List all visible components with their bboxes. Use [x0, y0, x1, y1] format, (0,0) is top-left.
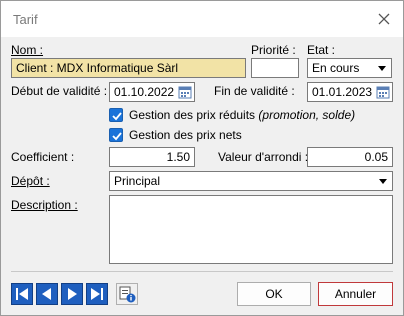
chevron-down-icon [378, 66, 386, 71]
fin-date-value: 01.01.2023 [312, 85, 373, 99]
prix-nets-label: Gestion des prix nets [129, 128, 242, 142]
record-info-icon [119, 286, 136, 303]
prix-reduits-suffix: (promotion, solde) [258, 108, 356, 122]
fin-label: Fin de validité : [214, 84, 295, 98]
priorite-label: Priorité : [251, 43, 296, 57]
previous-record-button[interactable] [36, 283, 58, 305]
chevron-down-icon [379, 179, 387, 184]
description-label: Description : [11, 198, 78, 212]
debut-date-value: 01.10.2022 [114, 85, 175, 99]
prix-reduits-checkbox[interactable] [109, 108, 123, 122]
depot-value: Principal [114, 174, 161, 188]
footer-separator [11, 271, 393, 272]
tarif-dialog: Tarif Nom : Priorité : Etat : Client : M… [0, 0, 404, 316]
next-record-button[interactable] [61, 283, 83, 305]
etat-label: Etat : [307, 43, 336, 57]
prix-nets-checkbox[interactable] [109, 128, 123, 142]
next-record-icon [68, 288, 77, 300]
debut-date-field[interactable]: 01.10.2022 [109, 82, 195, 102]
fin-date-field[interactable]: 01.01.2023 [307, 82, 393, 102]
arrondi-field[interactable]: 0.05 [307, 147, 393, 167]
nom-label: Nom : [11, 43, 44, 57]
debut-label: Début de validité : [11, 84, 108, 98]
close-icon[interactable] [377, 12, 391, 26]
last-record-icon [91, 288, 103, 300]
depot-label: Dépôt : [11, 174, 50, 188]
nom-field[interactable]: Client : MDX Informatique Sàrl [11, 58, 246, 78]
window-title: Tarif [13, 12, 38, 27]
ok-button[interactable]: OK [237, 282, 311, 306]
arrondi-label: Valeur d'arrondi : [218, 150, 309, 164]
prix-reduits-label: Gestion des prix réduits (promotion, sol… [129, 108, 356, 122]
first-record-button[interactable] [11, 283, 33, 305]
description-textarea[interactable] [109, 195, 393, 264]
calendar-icon[interactable] [376, 85, 390, 99]
last-record-button[interactable] [86, 283, 108, 305]
etat-value: En cours [312, 61, 360, 75]
coefficient-label: Coefficient : [11, 150, 75, 164]
coefficient-field[interactable]: 1.50 [109, 147, 195, 167]
etat-select[interactable]: En cours [307, 58, 392, 78]
cancel-button[interactable]: Annuler [318, 282, 393, 306]
calendar-icon[interactable] [178, 85, 192, 99]
first-record-icon [16, 288, 28, 300]
title-bar: Tarif [1, 1, 403, 37]
depot-select[interactable]: Principal [109, 171, 393, 191]
priorite-field[interactable] [251, 58, 299, 78]
record-info-button[interactable] [116, 283, 138, 305]
previous-record-icon [42, 288, 51, 300]
